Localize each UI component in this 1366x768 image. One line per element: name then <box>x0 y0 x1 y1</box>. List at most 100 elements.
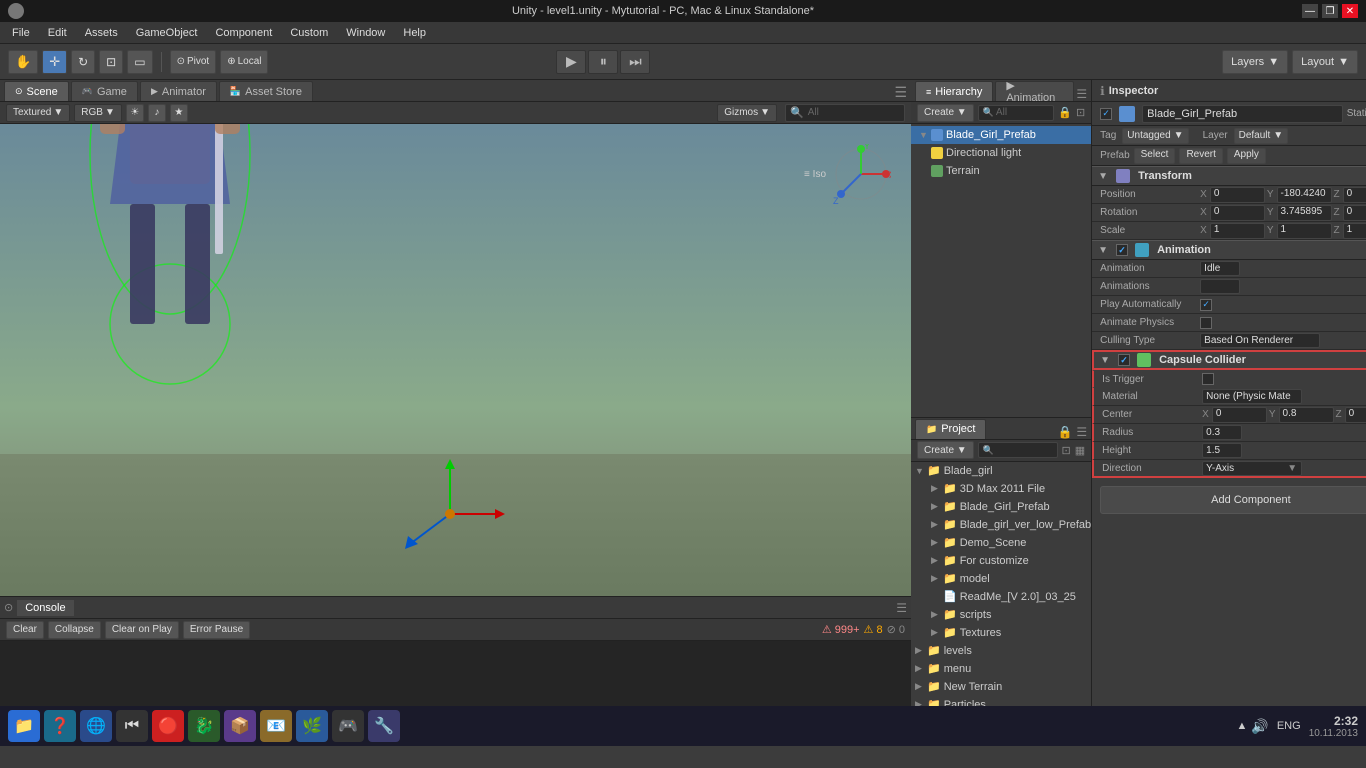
color-mode-dropdown[interactable]: RGB ▼ <box>74 104 122 122</box>
taskbar-package[interactable]: 📦 <box>224 710 256 742</box>
menu-window[interactable]: Window <box>338 25 393 41</box>
rot-x[interactable]: 0 <box>1210 205 1265 221</box>
project-item-blade-girl[interactable]: ▼📁Blade_girl <box>911 462 1091 480</box>
tray-network[interactable]: ▲ <box>1237 720 1248 732</box>
project-item-levels[interactable]: ▶📁levels <box>911 642 1091 660</box>
go-active-checkbox[interactable] <box>1100 108 1112 120</box>
taskbar-files[interactable]: 📁 <box>8 710 40 742</box>
pause-button[interactable]: ⏸ <box>588 50 618 74</box>
project-item-for-customize[interactable]: ▶📁For customize <box>911 552 1091 570</box>
rot-y[interactable]: 3.745895 <box>1277 205 1332 221</box>
project-item-3d-max[interactable]: ▶📁3D Max 2011 File <box>911 480 1091 498</box>
menu-edit[interactable]: Edit <box>40 25 75 41</box>
select-button[interactable]: Select <box>1134 148 1176 164</box>
tab-asset-store[interactable]: 🏪Asset Store <box>219 81 313 101</box>
project-item-textures[interactable]: ▶📁Textures <box>911 624 1091 642</box>
layers-dropdown[interactable]: Layers ▼ <box>1222 50 1288 74</box>
height-field[interactable]: 1.5 <box>1202 443 1242 458</box>
hierarchy-item-terrain[interactable]: Terrain <box>911 162 1091 180</box>
move-tool[interactable]: ✛ <box>42 50 67 74</box>
menu-gameobject[interactable]: GameObject <box>128 25 206 41</box>
search-bar[interactable]: 🔍 All <box>785 104 905 122</box>
project-item-model[interactable]: ▶📁model <box>911 570 1091 588</box>
layout-dropdown[interactable]: Layout ▼ <box>1292 50 1358 74</box>
apply-button[interactable]: Apply <box>1227 148 1266 164</box>
project-create-button[interactable]: Create ▼ <box>917 441 974 459</box>
project-item-new-terrain[interactable]: ▶📁New Terrain <box>911 678 1091 696</box>
menu-file[interactable]: File <box>4 25 38 41</box>
close-button[interactable]: ✕ <box>1342 4 1358 18</box>
hierarchy-menu[interactable]: ☰ <box>1076 87 1087 101</box>
menu-custom[interactable]: Custom <box>282 25 336 41</box>
effects-toggle[interactable]: ★ <box>170 104 188 122</box>
pos-x[interactable]: 0 <box>1210 187 1265 203</box>
material-field[interactable]: None (Physic Mate <box>1202 389 1302 404</box>
project-item-particles[interactable]: ▶📁Particles <box>911 696 1091 707</box>
go-name-field[interactable]: Blade_Girl_Prefab <box>1142 105 1343 123</box>
taskbar-game1[interactable]: 🐉 <box>188 710 220 742</box>
taskbar-media[interactable]: ⏮ <box>116 710 148 742</box>
add-component-button[interactable]: Add Component <box>1100 486 1366 514</box>
taskbar-mail[interactable]: 📧 <box>260 710 292 742</box>
error-pause-button[interactable]: Error Pause <box>183 621 250 639</box>
rot-z[interactable]: 0 <box>1343 205 1366 221</box>
project-item-menu[interactable]: ▶📁menu <box>911 660 1091 678</box>
tab-scene[interactable]: ⊙Scene <box>4 81 69 101</box>
scene-menu-icon[interactable]: ☰ <box>894 84 907 101</box>
play-auto-checkbox[interactable] <box>1200 299 1212 311</box>
rect-tool[interactable]: ▭ <box>127 50 152 74</box>
capsule-collider-header[interactable]: ▼ Capsule Collider ⚙ 🔒 <box>1092 350 1366 370</box>
collapse-button[interactable]: Collapse <box>48 621 101 639</box>
tab-animation[interactable]: ▶ Animation <box>995 81 1074 101</box>
scale-z[interactable]: 1 <box>1343 223 1366 239</box>
project-search[interactable]: 🔍 <box>978 442 1058 458</box>
project-item-blade-girl-prefab-1[interactable]: ▶📁Blade_Girl_Prefab <box>911 498 1091 516</box>
play-button[interactable]: ▶ <box>556 50 586 74</box>
layer-dropdown[interactable]: Default ▼ <box>1234 128 1289 144</box>
culling-dropdown[interactable]: Based On Renderer <box>1200 333 1320 348</box>
viewport[interactable]: X Y Z ≡ Iso <box>0 124 911 596</box>
project-item-blade-girl-low[interactable]: ▶📁Blade_girl_ver_low_Prefab <box>911 516 1091 534</box>
taskbar-unity[interactable]: 🎮 <box>332 710 364 742</box>
hierarchy-item-blade-girl-prefab[interactable]: ▼ Blade_Girl_Prefab <box>911 126 1091 144</box>
menu-component[interactable]: Component <box>207 25 280 41</box>
project-menu[interactable]: ☰ <box>1076 425 1087 439</box>
local-button[interactable]: ⊕ Local <box>220 50 268 74</box>
project-item-scripts-sub[interactable]: ▶📁scripts <box>911 606 1091 624</box>
console-menu[interactable]: ☰ <box>896 601 907 615</box>
hierarchy-item-directional-light[interactable]: Directional light <box>911 144 1091 162</box>
pivot-button[interactable]: ⊙ Pivot <box>170 50 217 74</box>
center-x[interactable]: 0 <box>1212 407 1267 423</box>
tag-dropdown[interactable]: Untagged ▼ <box>1122 128 1188 144</box>
is-trigger-checkbox[interactable] <box>1202 373 1214 385</box>
view-mode-dropdown[interactable]: Textured ▼ <box>6 104 70 122</box>
tab-animator[interactable]: ▶Animator <box>140 81 217 101</box>
step-button[interactable]: ⏭ <box>620 50 650 74</box>
project-sort[interactable]: ⊡ <box>1062 444 1071 457</box>
menu-help[interactable]: Help <box>395 25 434 41</box>
maximize-button[interactable]: ❐ <box>1322 4 1338 18</box>
scale-x[interactable]: 1 <box>1210 223 1265 239</box>
tab-console[interactable]: Console <box>17 600 73 616</box>
direction-dropdown[interactable]: Y-Axis ▼ <box>1202 461 1302 476</box>
gizmos-dropdown[interactable]: Gizmos ▼ <box>717 104 777 122</box>
taskbar-git[interactable]: 🌿 <box>296 710 328 742</box>
hierarchy-lock[interactable]: 🔒 <box>1058 106 1072 119</box>
hand-tool[interactable]: ✋ <box>8 50 38 74</box>
hierarchy-create-button[interactable]: Create ▼ <box>917 104 974 122</box>
tab-game[interactable]: 🎮Game <box>71 81 138 101</box>
clear-button[interactable]: Clear <box>6 621 44 639</box>
collider-enabled[interactable] <box>1118 354 1130 366</box>
menu-assets[interactable]: Assets <box>77 25 126 41</box>
lighting-toggle[interactable]: ☀ <box>126 104 144 122</box>
animations-field[interactable] <box>1200 279 1240 294</box>
animate-physics-checkbox[interactable] <box>1200 317 1212 329</box>
animation-clip-field[interactable]: Idle <box>1200 261 1240 276</box>
revert-button[interactable]: Revert <box>1179 148 1222 164</box>
hierarchy-search[interactable]: 🔍 All <box>978 105 1055 121</box>
tray-volume[interactable]: 🔊 <box>1251 718 1268 735</box>
minimize-button[interactable]: — <box>1302 4 1318 18</box>
project-item-readme[interactable]: 📄ReadMe_[V 2.0]_03_25 <box>911 588 1091 606</box>
project-view[interactable]: ▦ <box>1075 444 1085 457</box>
transform-header[interactable]: ▼ Transform ⚙ 🔒 <box>1092 166 1366 186</box>
